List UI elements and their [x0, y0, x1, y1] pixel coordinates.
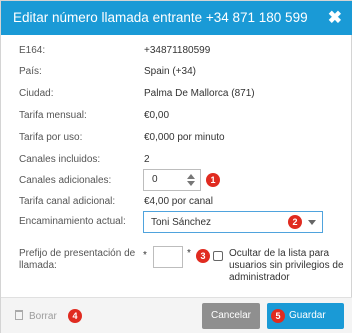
trash-icon: [15, 310, 23, 320]
badge-5: 5: [271, 309, 285, 323]
extra-channel-rate-value: €4,00 por canal: [144, 196, 213, 207]
info-value: Spain (+34): [144, 66, 196, 77]
prefix-label: Prefijo de presentación de llamada:: [19, 248, 136, 271]
delete-button[interactable]: Borrar: [15, 310, 57, 322]
info-label: Tarifa mensual:: [19, 110, 87, 121]
additional-channels-label: Canales adicionales:: [19, 175, 112, 186]
cancel-button[interactable]: Cancelar: [202, 303, 260, 329]
info-value: 2: [144, 154, 150, 165]
info-value: +34871180599: [144, 45, 211, 56]
delete-label: Borrar: [29, 311, 57, 322]
save-label: Guardar: [289, 310, 326, 321]
hide-from-list-label[interactable]: Ocultar de la lista para usuarios sin pr…: [229, 248, 347, 284]
edit-number-dialog: Editar número llamada entrante +34 871 1…: [0, 0, 352, 333]
info-row-usage-rate: Tarifa por uso: €0,000 por minuto: [19, 131, 339, 145]
badge-2: 2: [288, 215, 302, 229]
info-value: €0,00: [144, 110, 170, 121]
info-row-included-channels: Canales incluidos: 2: [19, 153, 339, 167]
badge-1: 1: [206, 173, 220, 187]
hide-from-list-checkbox[interactable]: [213, 251, 223, 261]
stepper-up-icon[interactable]: [187, 174, 195, 179]
info-label: Tarifa por uso:: [19, 132, 83, 143]
dialog-footer: Borrar 4 Cancelar 5 Guardar: [1, 297, 352, 333]
info-row-monthly-rate: Tarifa mensual: €0,00: [19, 109, 339, 123]
info-value: €0,000 por minuto: [144, 132, 225, 143]
stepper-down-icon[interactable]: [187, 181, 195, 186]
close-icon[interactable]: ✖: [328, 8, 342, 28]
chevron-down-icon[interactable]: [308, 220, 316, 225]
routing-selected-value: Toni Sánchez: [151, 217, 212, 228]
required-mark: *: [187, 248, 191, 259]
extra-channel-rate-label: Tarifa canal adicional:: [19, 196, 116, 207]
info-row-country: País: Spain (+34): [19, 65, 339, 79]
routing-label: Encaminamiento actual:: [19, 216, 126, 227]
required-mark: *: [143, 250, 147, 261]
save-button[interactable]: 5 Guardar: [267, 303, 344, 329]
info-label: Canales incluidos:: [19, 154, 101, 165]
extra-channel-rate-row: Tarifa canal adicional: €4,00 por canal: [19, 195, 339, 209]
info-label: País:: [19, 66, 42, 77]
prefix-input[interactable]: [153, 246, 183, 268]
info-row-e164: E164: +34871180599: [19, 44, 339, 58]
badge-4: 4: [68, 309, 82, 323]
stepper-arrows: [187, 172, 196, 188]
info-label: E164:: [19, 45, 46, 56]
dialog-header: Editar número llamada entrante +34 871 1…: [1, 1, 352, 35]
additional-channels-value[interactable]: 0: [152, 174, 158, 185]
info-value: Palma De Mallorca (871): [144, 88, 255, 99]
badge-3: 3: [196, 249, 210, 263]
dialog-title: Editar número llamada entrante +34 871 1…: [13, 10, 308, 25]
additional-channels-stepper[interactable]: 0: [143, 169, 201, 191]
info-row-city: Ciudad: Palma De Mallorca (871): [19, 87, 339, 101]
info-label: Ciudad:: [19, 88, 54, 99]
